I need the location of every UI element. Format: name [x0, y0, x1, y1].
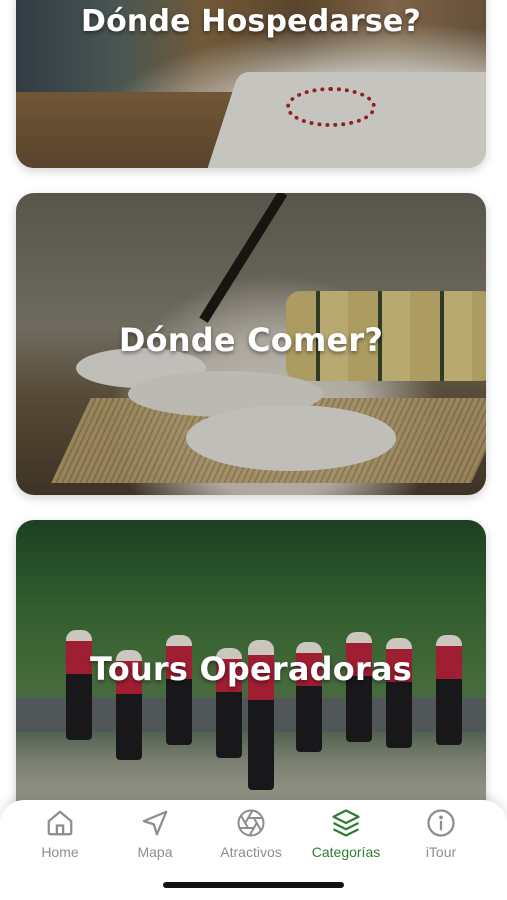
- card-title: Dónde Hospedarse?: [80, 4, 422, 39]
- category-card-hospedaje[interactable]: Dónde Hospedarse?: [16, 0, 486, 168]
- nav-item-label: Categorías: [311, 844, 381, 860]
- home-icon: [47, 810, 73, 836]
- card-title: Dónde Comer?: [118, 321, 384, 359]
- category-card-tours[interactable]: Tours Operadoras: [16, 520, 486, 820]
- nav-item-label: Mapa: [137, 844, 173, 860]
- bottom-navigation-bar: Home Mapa Atractivos Categorías iTour: [0, 800, 507, 900]
- info-icon: [427, 809, 455, 837]
- nav-item-mapa[interactable]: Mapa: [107, 808, 203, 864]
- aperture-icon: [237, 809, 265, 837]
- category-card-comer[interactable]: Dónde Comer?: [16, 193, 486, 495]
- nav-item-label: iTour: [425, 844, 457, 860]
- nav-item-label: Atractivos: [220, 844, 282, 860]
- layers-icon: [332, 809, 360, 837]
- nav-item-label: Home: [41, 844, 79, 860]
- navigation-arrow-icon: [142, 810, 168, 836]
- nav-item-categorias[interactable]: Categorías: [298, 808, 394, 864]
- nav-item-atractivos[interactable]: Atractivos: [203, 808, 299, 864]
- card-title: Tours Operadoras: [89, 650, 412, 688]
- home-indicator-bar[interactable]: [163, 882, 344, 888]
- nav-item-itour[interactable]: iTour: [393, 808, 489, 864]
- nav-item-home[interactable]: Home: [12, 808, 108, 864]
